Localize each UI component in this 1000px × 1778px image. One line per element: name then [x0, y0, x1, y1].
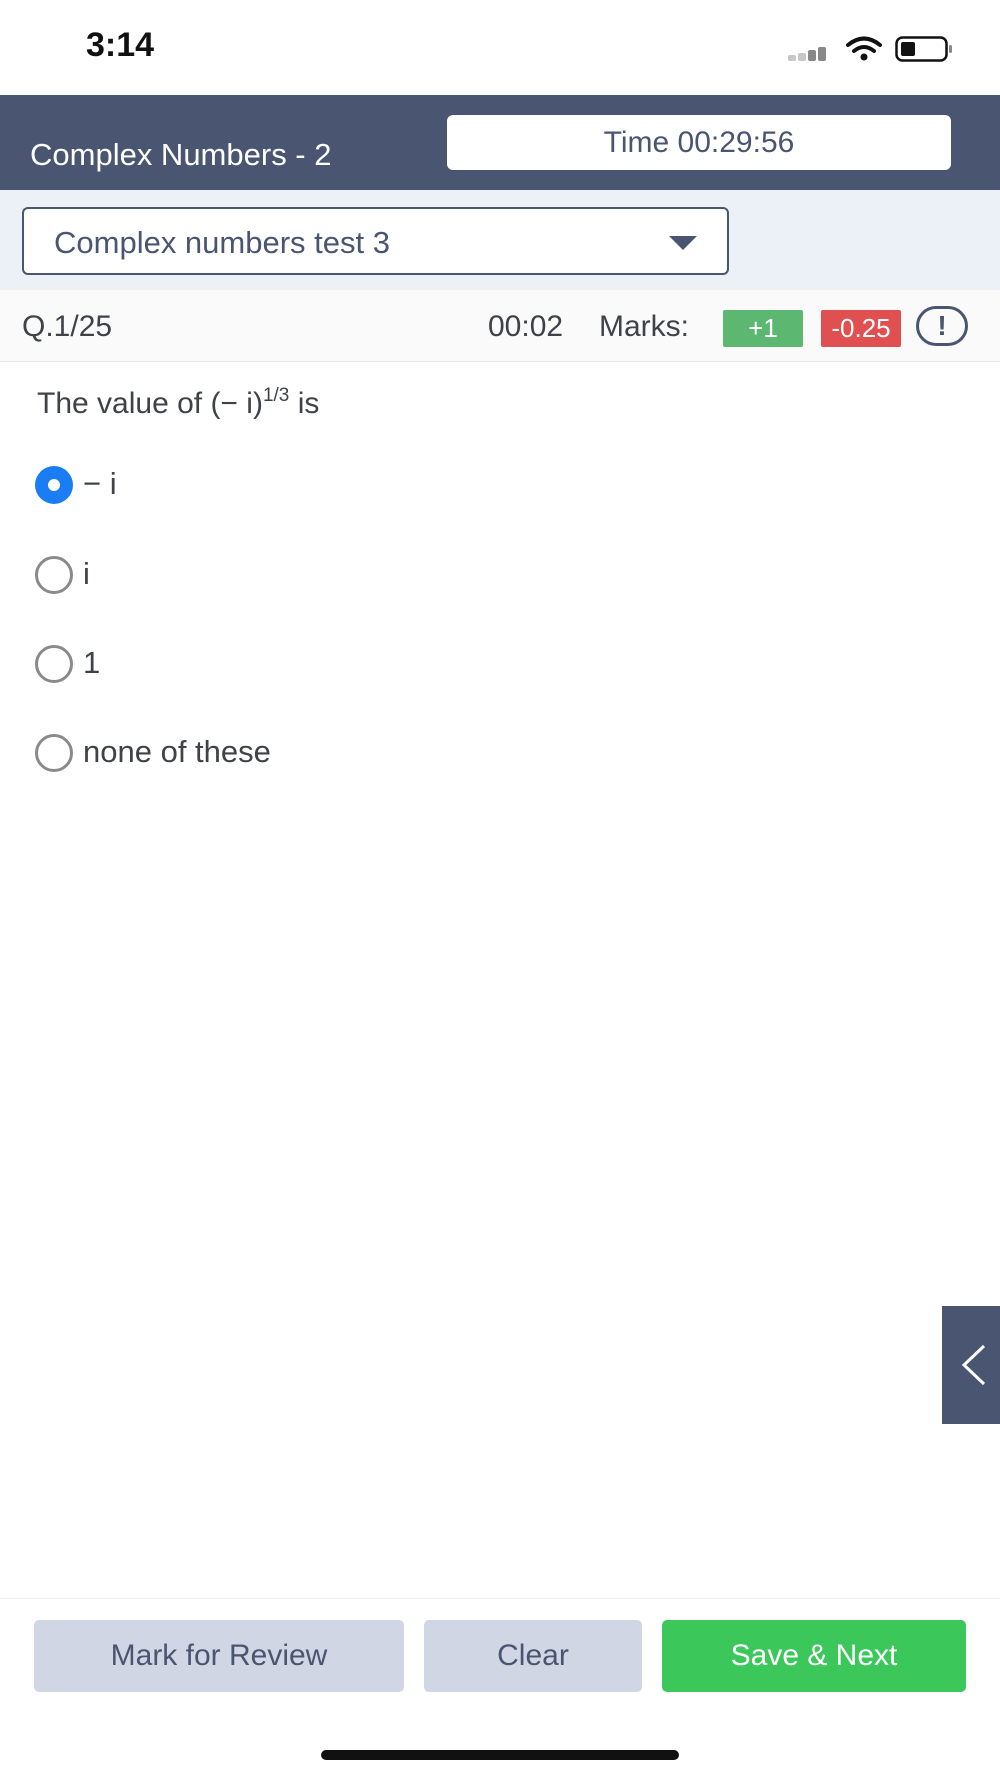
question-palette-toggle[interactable]: [942, 1306, 1000, 1424]
test-dropdown[interactable]: Complex numbers test 3: [22, 207, 729, 275]
positive-marks-badge: +1: [723, 310, 803, 347]
radio-button[interactable]: [35, 556, 73, 594]
option-label: i: [83, 556, 90, 591]
option-label: 1: [83, 645, 101, 680]
test-timer: Time 00:29:56: [447, 115, 951, 170]
status-time: 3:14: [86, 26, 155, 64]
report-icon[interactable]: !: [916, 306, 968, 346]
option-label: − i: [83, 466, 117, 501]
status-bar: 3:14: [0, 0, 1000, 95]
option-label: none of these: [83, 734, 271, 769]
radio-button-selected[interactable]: [35, 466, 73, 504]
signal-icon: [788, 47, 836, 61]
clear-button[interactable]: Clear: [424, 1620, 642, 1692]
question-text-prefix: The value of (− i): [37, 387, 263, 420]
page-title: Complex Numbers - 2: [30, 137, 332, 172]
save-next-button[interactable]: Save & Next: [662, 1620, 966, 1692]
bottom-action-bar: Mark for Review Clear Save & Next: [0, 1598, 1000, 1718]
question-meta-row: Q.1/25 00:02 Marks: +1 -0.25 !: [0, 290, 1000, 362]
home-indicator: [321, 1750, 679, 1760]
question-text: The value of (− i)1/3 is: [37, 385, 319, 421]
test-selector-area: Complex numbers test 3: [0, 190, 1000, 290]
question-elapsed-time: 00:02: [488, 310, 564, 343]
question-exponent: 1/3: [262, 385, 290, 406]
header-bar: Complex Numbers - 2 Time 00:29:56: [0, 95, 1000, 190]
question-number: Q.1/25: [22, 310, 113, 343]
battery-icon: [895, 36, 952, 62]
mark-for-review-button[interactable]: Mark for Review: [34, 1620, 404, 1692]
radio-button[interactable]: [35, 734, 73, 772]
negative-marks-badge: -0.25: [821, 310, 901, 347]
marks-label: Marks:: [599, 310, 689, 343]
wifi-icon: [846, 36, 882, 61]
radio-button[interactable]: [35, 645, 73, 683]
question-text-suffix: is: [289, 387, 320, 420]
quiz-screen: 3:14 Complex Numbers - 2 Time 00:29:56 C…: [0, 0, 1000, 1778]
chevron-left-icon: [961, 1344, 986, 1386]
test-dropdown-value: Complex numbers test 3: [54, 225, 390, 260]
chevron-down-icon: [669, 236, 697, 250]
